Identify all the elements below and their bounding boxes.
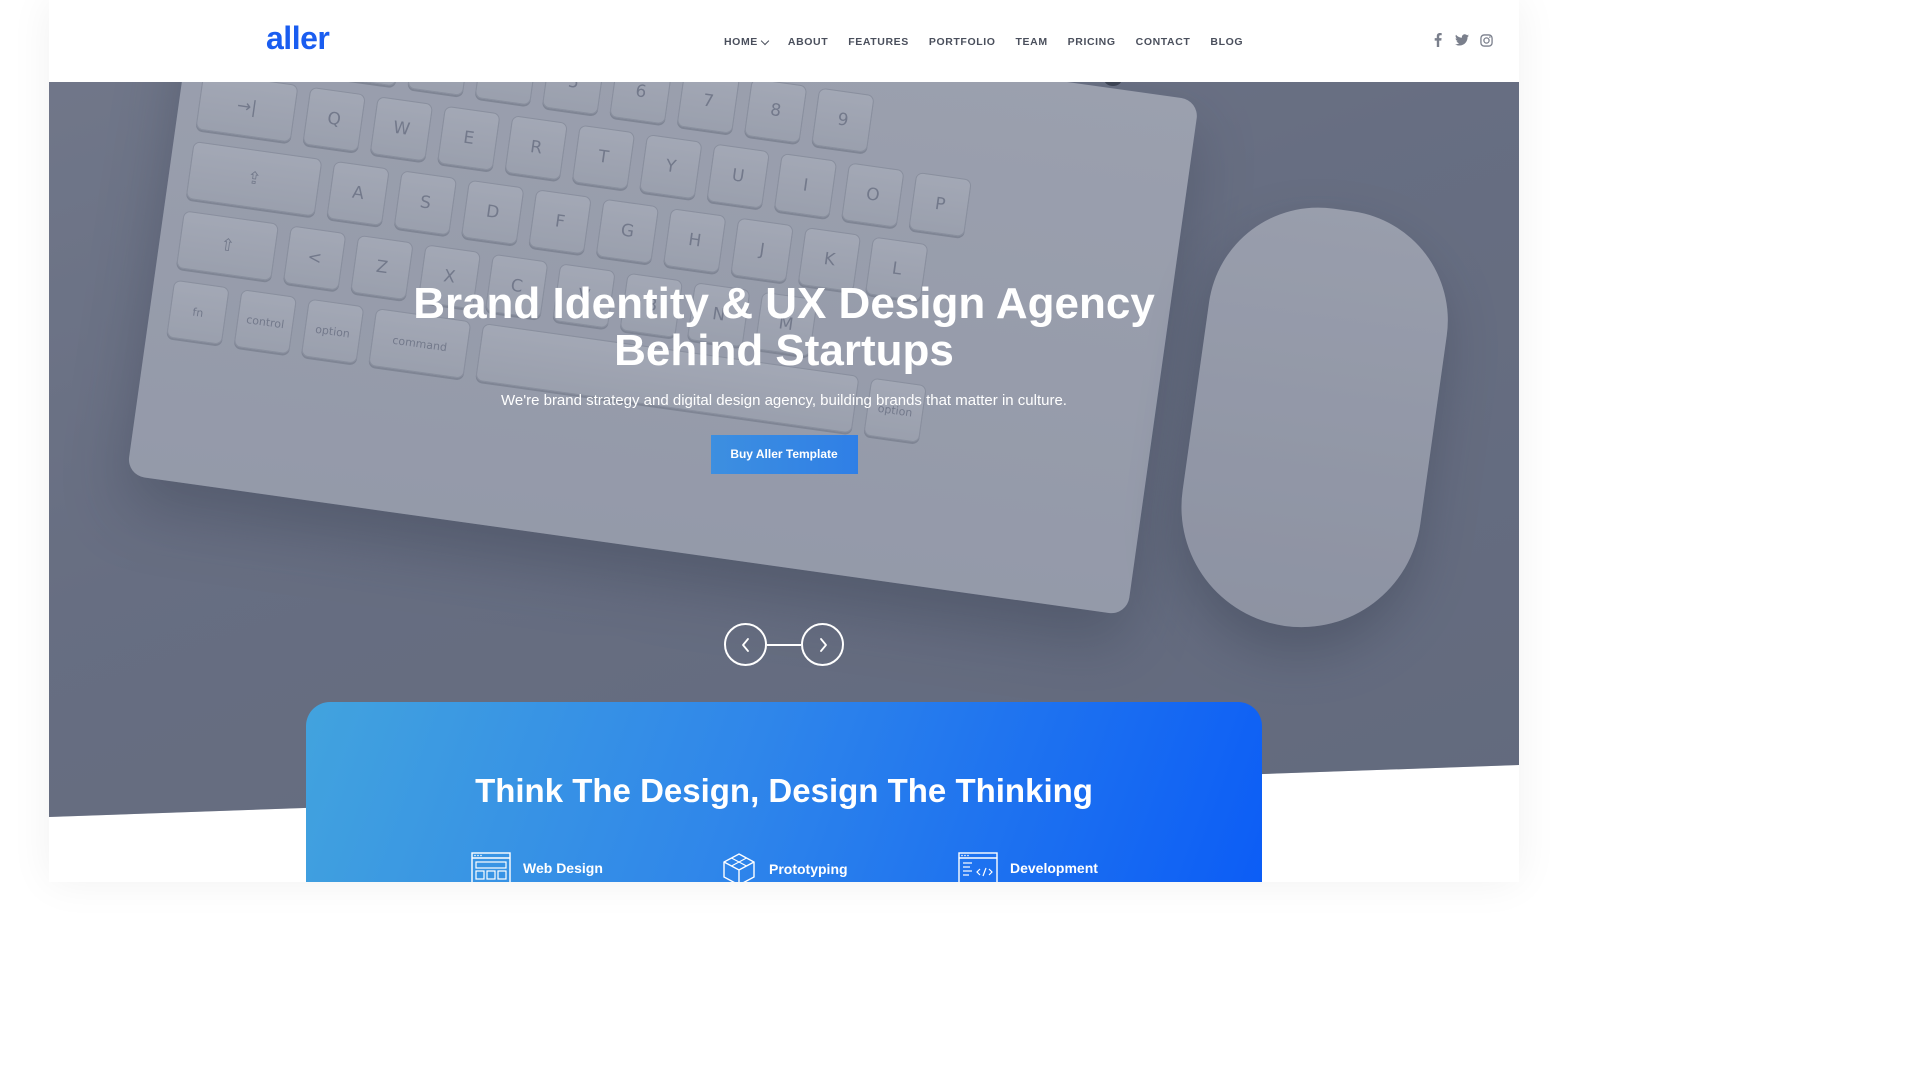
code-window-icon	[958, 852, 998, 882]
twitter-icon[interactable]	[1455, 33, 1469, 47]
key: Y	[639, 134, 703, 200]
instagram-icon[interactable]	[1479, 33, 1493, 47]
key: 8	[743, 78, 808, 144]
key: A	[326, 160, 390, 227]
nav-item-home[interactable]: HOME	[724, 36, 770, 48]
key: D	[460, 179, 525, 245]
key: T	[571, 124, 636, 190]
feature-label: Prototyping	[769, 861, 848, 877]
facebook-icon[interactable]	[1431, 33, 1445, 47]
key: G	[595, 198, 660, 264]
key: ⇧	[175, 210, 280, 282]
nav-item-blog[interactable]: BLOG	[1210, 36, 1243, 48]
key: H	[662, 208, 727, 274]
page-frame: § 1 2 3 4 5 6 7 8 9 →| Q W E R T Y U I	[49, 0, 1519, 882]
key: F	[528, 189, 592, 255]
chevron-left-icon	[741, 637, 749, 652]
key: I	[773, 152, 838, 219]
nav-item-team[interactable]: TEAM	[1016, 36, 1048, 48]
web-layout-icon	[471, 852, 511, 882]
nav-item-about[interactable]: ABOUT	[788, 36, 828, 48]
logo[interactable]: aller	[266, 20, 330, 57]
buy-template-button[interactable]: Buy Aller Template	[710, 435, 858, 474]
key: ⇪	[185, 141, 323, 217]
key: P	[908, 171, 972, 238]
slider-prev-button[interactable]	[724, 623, 767, 666]
key: S	[393, 170, 458, 236]
slider-controls	[724, 623, 844, 667]
key: Q	[302, 86, 366, 152]
chevron-right-icon	[819, 637, 827, 652]
key: 9	[811, 87, 875, 153]
key: W	[369, 96, 434, 162]
feature-web-design: Web Design	[471, 852, 603, 882]
hero-title: Brand Identity & UX Design Agency Behind…	[413, 279, 1155, 375]
feature-label: Web Design	[523, 860, 603, 876]
nav-item-features[interactable]: FEATURES	[848, 36, 909, 48]
hero-content: Brand Identity & UX Design Agency Behind…	[49, 280, 1519, 474]
keyboard-row: ⇪ A S D F G H J K L	[185, 141, 929, 302]
hero-subtitle: We're brand strategy and digital design …	[501, 392, 1067, 409]
chevron-down-icon	[760, 36, 770, 45]
nav-item-label: HOME	[724, 36, 758, 48]
main-nav: HOME ABOUT FEATURES PORTFOLIO TEAM PRICI…	[724, 36, 1243, 48]
key: U	[706, 143, 770, 209]
features-card: Think The Design, Design The Thinking We…	[306, 702, 1262, 882]
key: O	[841, 162, 905, 228]
site-header: aller HOME ABOUT FEATURES PORTFOLIO TEAM…	[49, 0, 1519, 82]
key: R	[504, 115, 568, 181]
feature-development: Development	[958, 852, 1098, 882]
cube-icon	[723, 853, 755, 882]
keyboard-row: →| Q W E R T Y U I O P	[195, 71, 972, 238]
nav-item-contact[interactable]: CONTACT	[1136, 36, 1191, 48]
feature-label: Development	[1010, 860, 1098, 876]
features-title: Think The Design, Design The Thinking	[475, 772, 1093, 809]
key: →|	[195, 71, 299, 143]
nav-item-portfolio[interactable]: PORTFOLIO	[929, 36, 996, 48]
nav-item-pricing[interactable]: PRICING	[1068, 36, 1116, 48]
feature-prototyping: Prototyping	[721, 852, 848, 882]
slider-divider	[767, 644, 801, 646]
slider-next-button[interactable]	[801, 623, 844, 666]
social-links	[1431, 33, 1493, 47]
key: J	[730, 217, 794, 283]
key: E	[437, 105, 501, 171]
